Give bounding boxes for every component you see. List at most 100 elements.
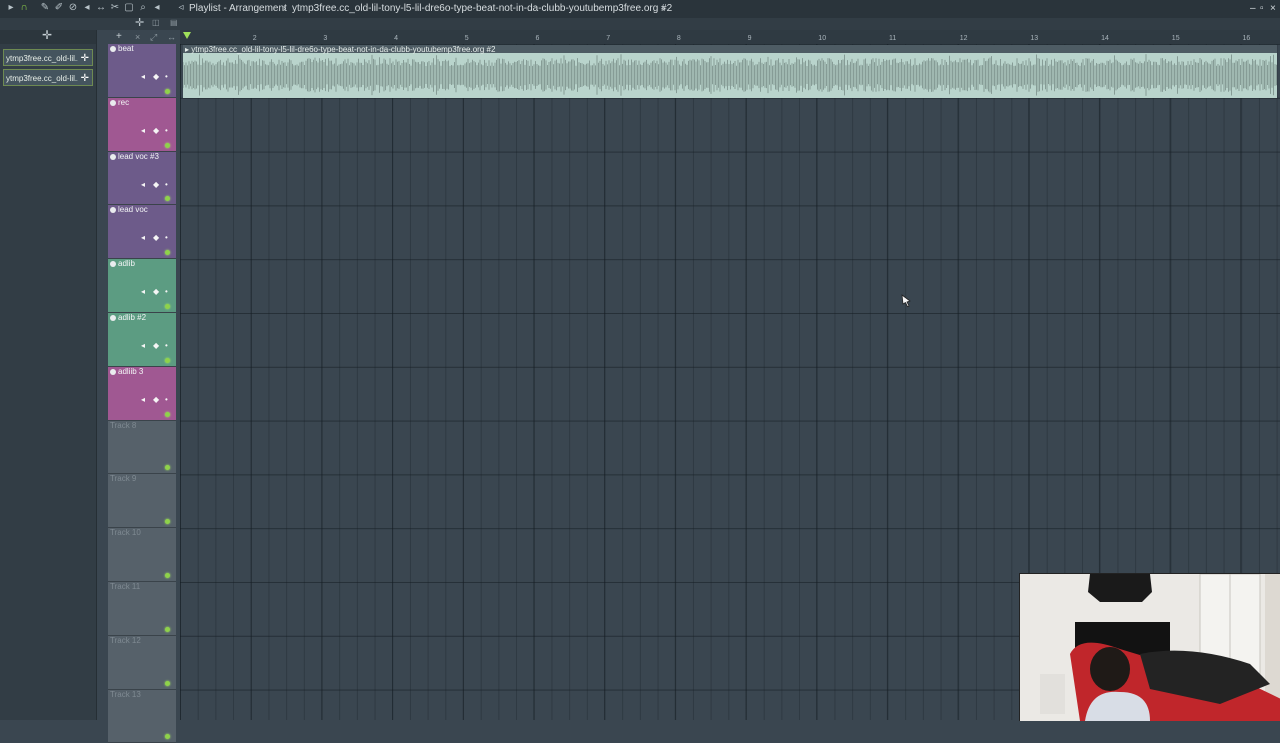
picker-move-icon[interactable]: ✛ [42, 28, 52, 42]
speaker-icon[interactable]: ◃ [176, 3, 186, 13]
track-name: adlib #2 [118, 313, 147, 322]
zoom-tool-icon[interactable]: ⌕ [138, 3, 148, 13]
track-select-icon[interactable] [110, 261, 116, 268]
track-enable-led[interactable] [165, 465, 170, 471]
zoom-fit-icon[interactable]: ✛ [135, 16, 144, 29]
record-arm-icon[interactable]: • [165, 233, 168, 242]
track-header[interactable]: Track 10 [108, 528, 176, 582]
title-bar: ▸ ∩ ✎ ✐ ⊘ ◂ ↔ ✂ ▢ ⌕ ◂ ◃ Playlist - Arran… [0, 0, 1280, 19]
track-header[interactable]: Track 9 [108, 474, 176, 529]
window-title: Playlist - Arrangement [189, 3, 287, 14]
track-select-icon[interactable] [110, 153, 116, 160]
track-headers: beat ◂ ◆ • rec ◂ ◆ • lead voc #3 ◂ ◆ • lead voc ◂ ◆ • ad… [108, 44, 176, 743]
track-enable-led[interactable] [165, 250, 170, 256]
track-link-icon[interactable]: ↔ [167, 32, 176, 42]
mute-icon[interactable]: ◂ [141, 180, 145, 189]
timeline-ruler[interactable]: 2 3 4 5 6 7 8 9 10 11 12 13 14 15 16 [180, 30, 1280, 45]
record-arm-icon[interactable]: • [165, 126, 168, 135]
delete-tool-icon[interactable]: ⊘ [68, 3, 78, 13]
track-name: adlib [118, 259, 135, 269]
track-name: adliib 3 [118, 366, 144, 376]
track-enable-led[interactable] [165, 88, 170, 94]
track-select-icon[interactable] [110, 315, 116, 321]
pan-icon[interactable]: ◆ [153, 126, 159, 135]
add-clip-icon[interactable]: ✛ [81, 70, 89, 87]
record-arm-icon[interactable]: • [165, 341, 168, 350]
webcam-image [1020, 574, 1280, 721]
track-select-icon[interactable] [110, 368, 116, 375]
clip-menu-icon[interactable]: ▸ [185, 45, 189, 54]
track-header[interactable]: lead voc #3 ◂ ◆ • [108, 151, 176, 206]
menu-arrow-icon[interactable]: ▸ [6, 3, 16, 13]
record-arm-icon[interactable]: • [165, 395, 168, 404]
picker-clip[interactable]: ytmp3free.cc_old-lil... ✛ [3, 49, 93, 66]
minimize-button[interactable]: – [1250, 0, 1256, 18]
record-arm-icon[interactable]: • [165, 180, 168, 189]
track-enable-led[interactable] [165, 142, 170, 148]
pan-icon[interactable]: ◆ [153, 395, 159, 404]
magnet-snap-icon[interactable]: ∩ [19, 3, 29, 13]
mute-tool-icon[interactable]: ◂ [82, 3, 92, 13]
track-header[interactable]: Track 13 [108, 689, 176, 743]
ruler-bar-number: 7 [606, 35, 611, 42]
track-header[interactable]: adlib #2 ◂ ◆ • [108, 313, 176, 367]
paint-tool-icon[interactable]: ✐ [54, 3, 64, 13]
playhead-marker[interactable] [183, 32, 191, 39]
grid-view-icon[interactable]: ◫ [152, 18, 160, 27]
select-tool-icon[interactable]: ▢ [124, 3, 134, 13]
mute-icon[interactable]: ◂ [141, 126, 145, 135]
pan-icon[interactable]: ◆ [153, 341, 159, 350]
picker-clip-label: ytmp3free.cc_old-lil... [6, 74, 78, 83]
playback-tool-icon[interactable]: ◂ [152, 3, 162, 13]
track-select-icon[interactable] [110, 46, 116, 52]
track-header[interactable]: Track 12 [108, 635, 176, 690]
ruler-bar-number: 16 [1242, 35, 1251, 42]
remove-track-icon[interactable]: × [135, 32, 140, 42]
mute-icon[interactable]: ◂ [141, 72, 145, 81]
add-track-icon[interactable]: + [116, 31, 122, 42]
add-clip-icon[interactable]: ✛ [81, 50, 89, 67]
slice-tool-icon[interactable]: ✂ [110, 3, 120, 13]
mute-icon[interactable]: ◂ [141, 233, 145, 242]
record-arm-icon[interactable]: • [165, 72, 168, 81]
maximize-button[interactable]: ▫ [1260, 0, 1264, 18]
track-enable-led[interactable] [165, 519, 170, 525]
mute-icon[interactable]: ◂ [141, 287, 145, 296]
webcam-overlay [1019, 573, 1280, 721]
ruler-bar-number: 2 [252, 35, 257, 42]
track-header[interactable]: Track 11 [108, 582, 176, 636]
mute-icon[interactable]: ◂ [141, 341, 145, 350]
track-header[interactable]: adlib ◂ ◆ • [108, 259, 176, 313]
pan-icon[interactable]: ◆ [153, 180, 159, 189]
pan-icon[interactable]: ◆ [153, 233, 159, 242]
track-select-icon[interactable] [110, 99, 116, 106]
track-enable-led[interactable] [165, 196, 170, 202]
picker-clip[interactable]: ytmp3free.cc_old-lil... ✛ [3, 69, 93, 86]
track-header[interactable]: adliib 3 ◂ ◆ • [108, 366, 176, 421]
track-enable-led[interactable] [165, 734, 170, 740]
track-header[interactable]: beat ◂ ◆ • [108, 44, 176, 98]
track-tool-icon[interactable]: ⤢ [150, 32, 157, 43]
ruler-bar-number: 6 [535, 35, 540, 42]
track-select-icon[interactable] [110, 207, 116, 214]
draw-tool-icon[interactable]: ✎ [40, 3, 50, 13]
selected-clip-name: ytmp3free.cc_old-lil-tony-l5-lil-dre6o-t… [292, 3, 673, 14]
track-enable-led[interactable] [165, 680, 170, 686]
track-header[interactable]: rec ◂ ◆ • [108, 97, 176, 152]
title-end-arrow[interactable]: › [662, 0, 665, 18]
track-enable-led[interactable] [165, 411, 170, 417]
slip-tool-icon[interactable]: ↔ [96, 3, 106, 13]
mute-icon[interactable]: ◂ [141, 395, 145, 404]
snap-icon[interactable]: ▤ [170, 18, 178, 27]
track-header[interactable]: Track 8 [108, 420, 176, 475]
pan-icon[interactable]: ◆ [153, 72, 159, 81]
track-enable-led[interactable] [165, 626, 170, 632]
track-enable-led[interactable] [165, 572, 170, 578]
ruler-bar-number: 4 [394, 35, 398, 42]
track-enable-led[interactable] [165, 357, 170, 363]
pan-icon[interactable]: ◆ [153, 287, 159, 296]
track-header[interactable]: lead voc ◂ ◆ • [108, 205, 176, 260]
track-enable-led[interactable] [165, 303, 170, 309]
close-button[interactable]: × [1270, 0, 1276, 18]
record-arm-icon[interactable]: • [165, 287, 168, 296]
